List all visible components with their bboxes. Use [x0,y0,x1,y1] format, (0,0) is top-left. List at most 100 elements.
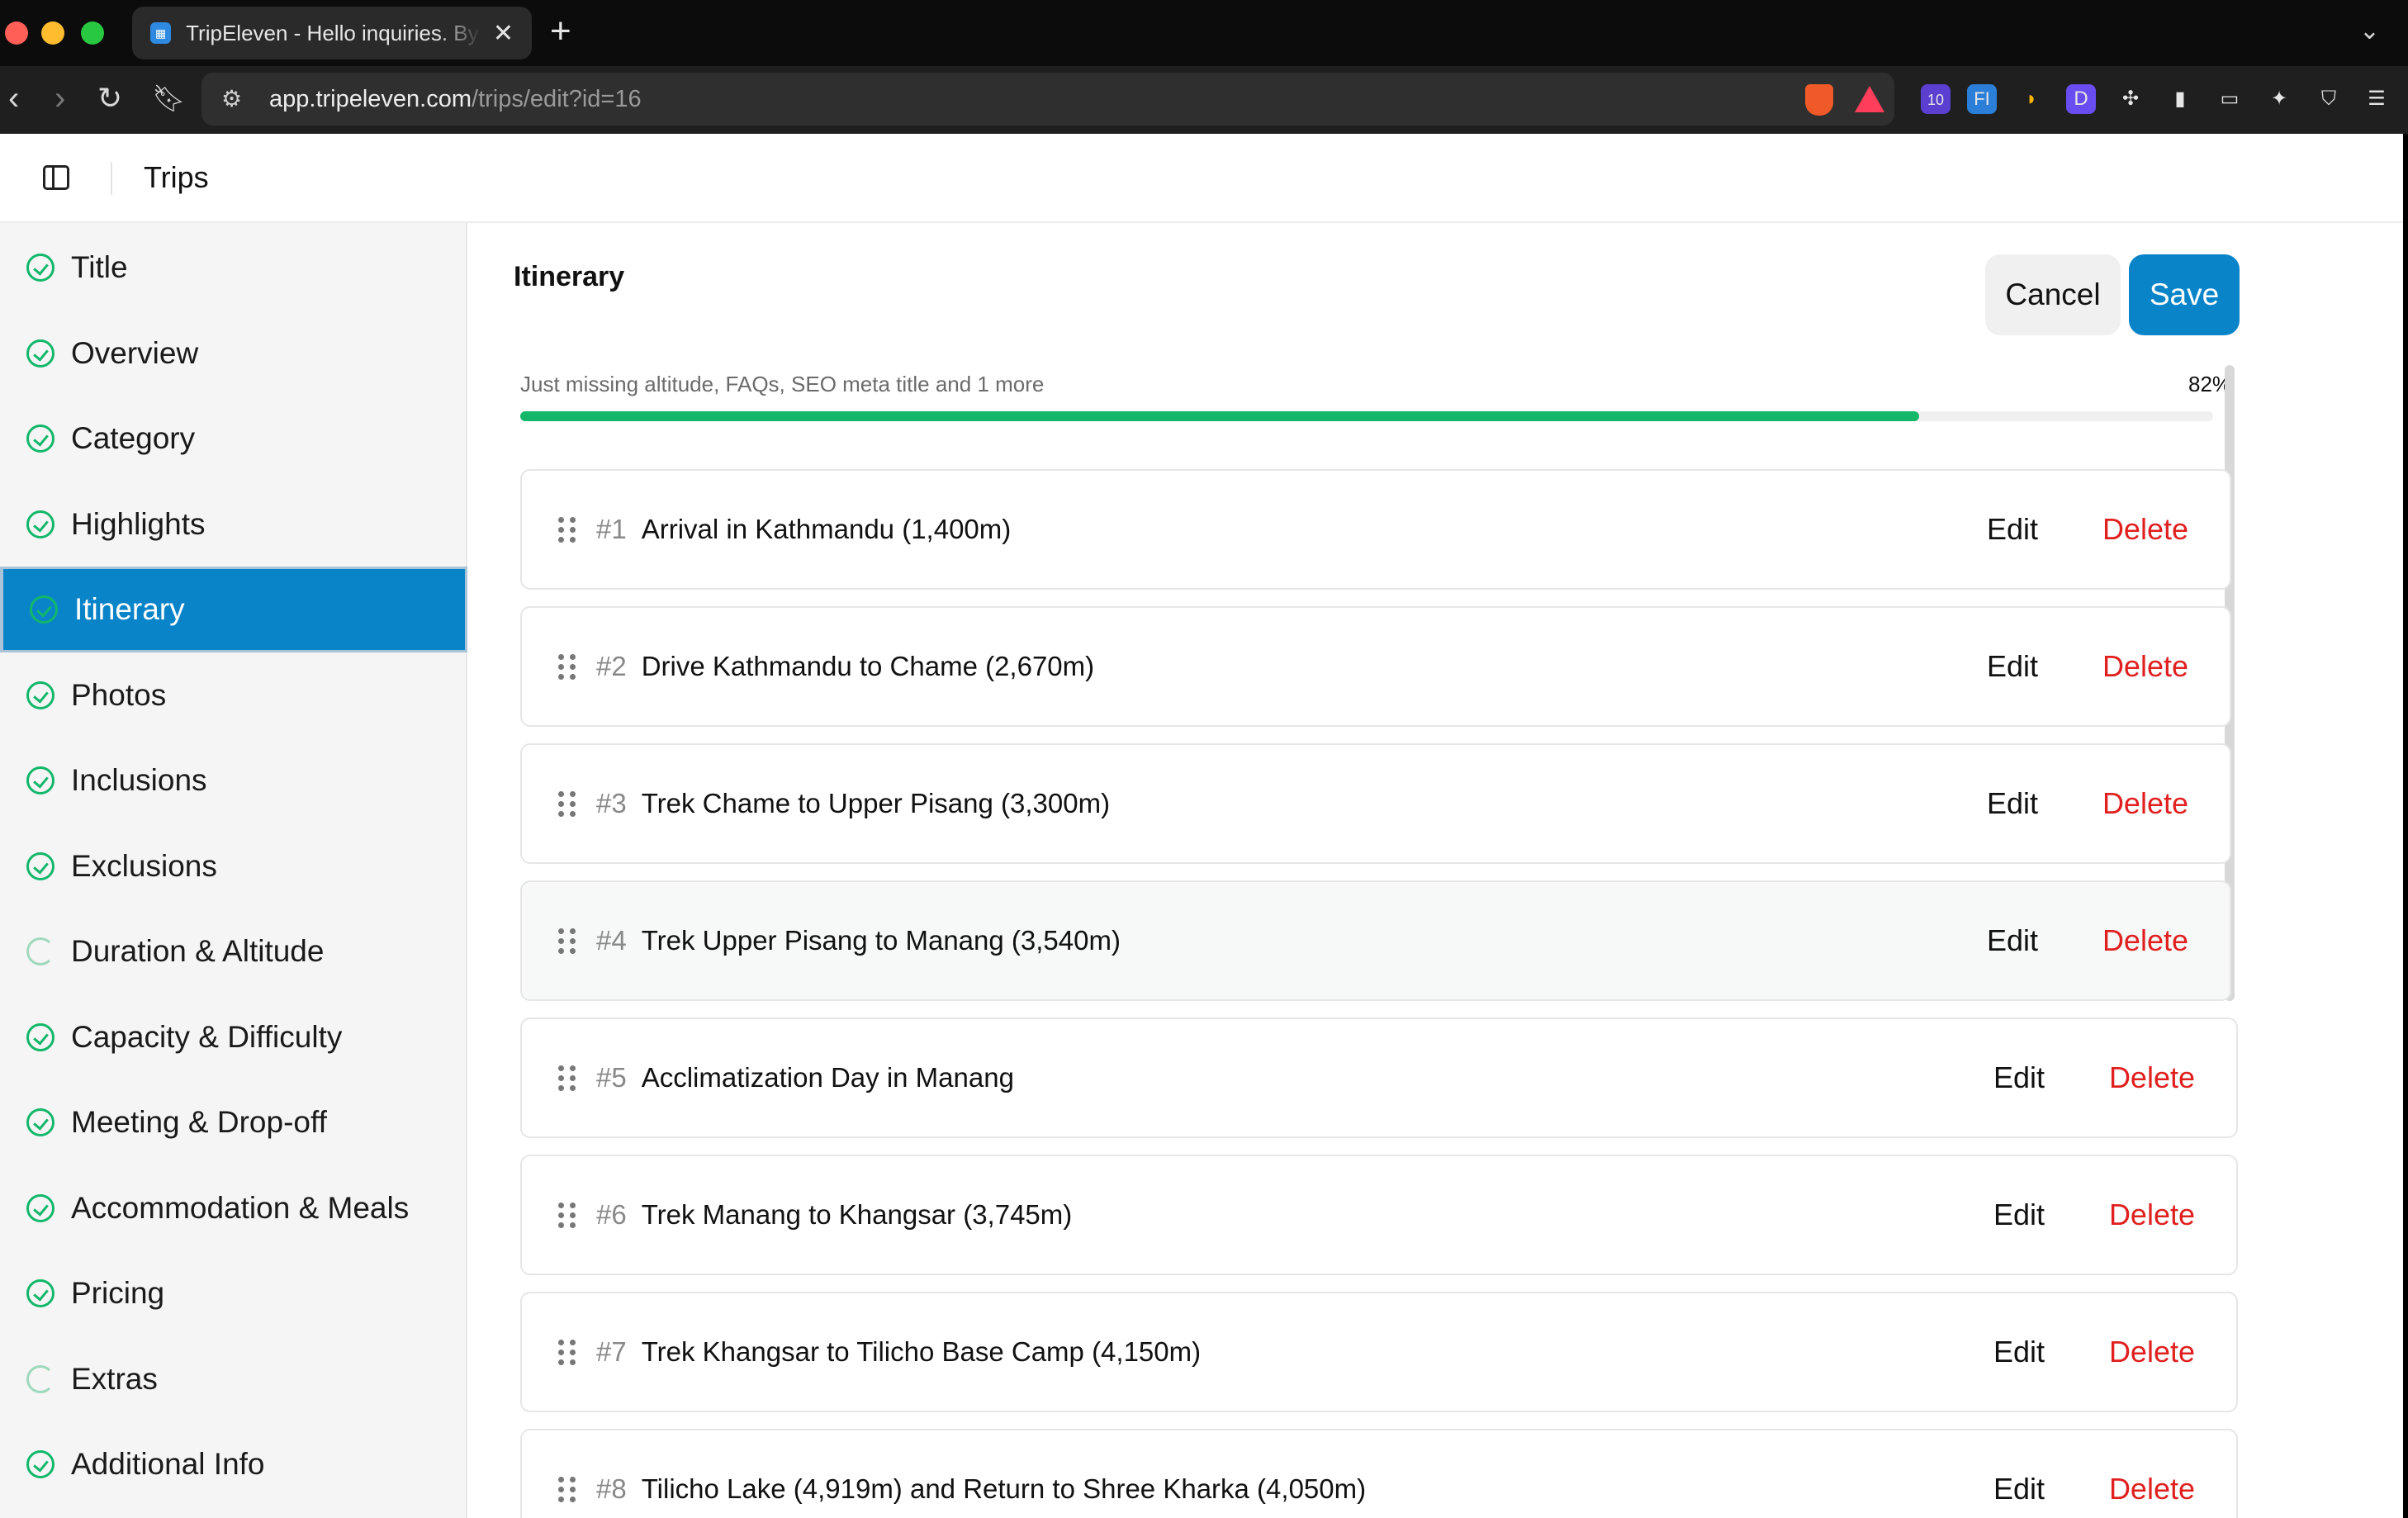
delete-button[interactable]: Delete [2102,512,2188,547]
day-number: #1 [596,514,627,544]
zoom-window-button[interactable] [81,21,104,45]
site-settings-icon[interactable]: ⚙︎ [221,87,246,111]
itinerary-row[interactable]: #8 Tilicho Lake (4,919m) and Return to Sh… [520,1429,2238,1518]
extension-badge-icon[interactable]: 10 [1921,84,1951,114]
sidebar-item-itinerary[interactable]: Itinerary [0,567,467,652]
day-title: Tilicho Lake (4,919m) and Return to Shre… [641,1473,1367,1504]
cancel-button[interactable]: Cancel [1985,254,2121,335]
browser-menu-icon[interactable]: ☰ [2362,84,2391,114]
extensions-puzzle-icon[interactable]: ✣ [2116,84,2145,114]
close-window-button[interactable] [5,21,28,45]
drag-handle-icon[interactable] [558,1065,576,1091]
tab-list-chevron-icon[interactable]: ⌄ [2359,17,2380,45]
sidebar-item-meeting-drop-off[interactable]: Meeting & Drop-off [0,1079,467,1165]
edit-button[interactable]: Edit [1987,923,2102,958]
itinerary-row[interactable]: #4 Trek Upper Pisang to Manang (3,540m) Ed… [520,880,2231,1001]
check-circle-icon [26,1193,55,1222]
sidebar-toggle-icon[interactable] [43,165,69,190]
itinerary-row[interactable]: #5 Acclimatization Day in Manang Edit Delet… [520,1018,2238,1138]
sidebar-item-overview[interactable]: Overview [0,311,467,396]
browser-tab[interactable]: ▦ TripEleven - Hello inquiries. By ✕ [132,7,532,59]
progress-hint: Just missing altitude, FAQs, SEO meta ti… [520,372,1045,396]
delete-button[interactable]: Delete [2102,923,2188,958]
edit-button[interactable]: Edit [1987,786,2102,821]
sidebar-item-category[interactable]: Category [0,396,467,481]
check-circle-icon [26,766,55,795]
drag-handle-icon[interactable] [558,516,576,543]
drag-handle-icon[interactable] [558,1339,576,1365]
vpn-shield-icon[interactable]: ⛉ [2314,84,2344,114]
drag-handle-icon[interactable] [558,653,576,680]
sidebar-item-photos[interactable]: Photos [0,652,467,738]
edit-button[interactable]: Edit [1987,649,2102,684]
sidebar-item-inclusions[interactable]: Inclusions [0,738,467,823]
itinerary-row[interactable]: #3 Trek Chame to Upper Pisang (3,300m) Edi… [520,743,2231,864]
app-header: Trips [0,134,2403,223]
sidebar-item-title[interactable]: Title [0,225,467,311]
day-title: Arrival in Kathmandu (1,400m) [641,514,1012,544]
itinerary-row[interactable]: #1 Arrival in Kathmandu (1,400m) Edit Delet… [520,469,2231,590]
sidebar-item-label: Title [71,250,128,284]
section-title: Itinerary [514,261,625,292]
back-icon[interactable]: ‹ [8,78,19,119]
day-number: #8 [596,1473,627,1504]
day-title: Acclimatization Day in Manang [641,1062,1014,1093]
sidebar-item-highlights[interactable]: Highlights [0,481,467,567]
edit-button[interactable]: Edit [1987,512,2102,547]
edit-button[interactable]: Edit [1993,1198,2109,1232]
drag-handle-icon[interactable] [558,1202,576,1228]
itinerary-row[interactable]: #2 Drive Kathmandu to Chame (2,670m) Edit D… [520,606,2231,727]
minimize-window-button[interactable] [41,21,64,45]
sidebar-item-label: Pricing [71,1276,165,1310]
itinerary-row[interactable]: #6 Trek Manang to Khangsar (3,745m) Edit De… [520,1155,2238,1275]
tab-close-icon[interactable]: ✕ [493,19,514,48]
day-number: #5 [596,1062,627,1093]
day-number: #7 [596,1336,627,1367]
sidebar-item-label: Meeting & Drop-off [71,1105,327,1139]
extension-d-icon[interactable]: D [2066,84,2096,114]
progress-bar [520,411,2213,421]
new-tab-button[interactable]: + [550,13,571,50]
delete-button[interactable]: Delete [2109,1060,2195,1095]
sidebar-panel-icon[interactable]: ▮ [2165,84,2195,114]
edit-button[interactable]: Edit [1993,1335,2109,1369]
sidebar-item-label: Inclusions [71,763,207,797]
wallet-icon[interactable]: ▭ [2215,84,2244,114]
delete-button[interactable]: Delete [2109,1198,2195,1232]
forward-icon[interactable]: › [55,78,65,119]
sidebar-item-capacity-difficulty[interactable]: Capacity & Difficulty [0,994,467,1080]
sidebar-item-label: Highlights [71,506,206,541]
brave-rewards-icon[interactable] [1855,86,1884,112]
drag-handle-icon[interactable] [558,927,576,954]
address-bar[interactable]: ⚙︎ app.tripeleven.com/trips/edit?id=16 [201,73,1894,126]
bookmark-icon[interactable]: 🔖︎ [152,78,186,119]
drag-handle-icon[interactable] [558,790,576,817]
extension-fi-icon[interactable]: FI [1967,84,1997,114]
sidebar-item-additional-info[interactable]: Additional Info [0,1421,467,1507]
itinerary-row[interactable]: #7 Trek Khangsar to Tilicho Base Camp (4,… [520,1292,2238,1412]
delete-button[interactable]: Delete [2109,1472,2195,1506]
day-title: Trek Upper Pisang to Manang (3,540m) [641,925,1121,956]
extension-moon-icon[interactable]: ◗ [2017,84,2046,114]
day-number: #6 [596,1199,627,1230]
sidebar-item-pricing[interactable]: Pricing [0,1250,467,1336]
save-button[interactable]: Save [2129,254,2240,335]
day-title: Trek Manang to Khangsar (3,745m) [641,1199,1073,1230]
brave-shield-icon[interactable] [1805,84,1833,116]
sidebar-item-duration-altitude[interactable]: Duration & Altitude [0,908,467,994]
day-title: Trek Chame to Upper Pisang (3,300m) [641,788,1111,818]
drag-handle-icon[interactable] [558,1476,576,1502]
reload-icon[interactable]: ↻ [97,78,122,119]
sidebar-item-exclusions[interactable]: Exclusions [0,823,467,909]
edit-button[interactable]: Edit [1993,1060,2109,1095]
sidebar-item-accommodation-meals[interactable]: Accommodation & Meals [0,1165,467,1251]
sidebar-item-extras[interactable]: Extras [0,1336,467,1422]
edit-button[interactable]: Edit [1993,1472,2109,1506]
delete-button[interactable]: Delete [2109,1335,2195,1369]
header-divider [111,162,112,195]
tripeleven-favicon-icon: ▦ [150,22,172,44]
delete-button[interactable]: Delete [2102,649,2188,684]
delete-button[interactable]: Delete [2102,786,2188,821]
leo-ai-icon[interactable]: ✦ [2264,84,2294,114]
tab-bar: ▦ TripEleven - Hello inquiries. By ✕ + ⌄ [0,0,2408,66]
